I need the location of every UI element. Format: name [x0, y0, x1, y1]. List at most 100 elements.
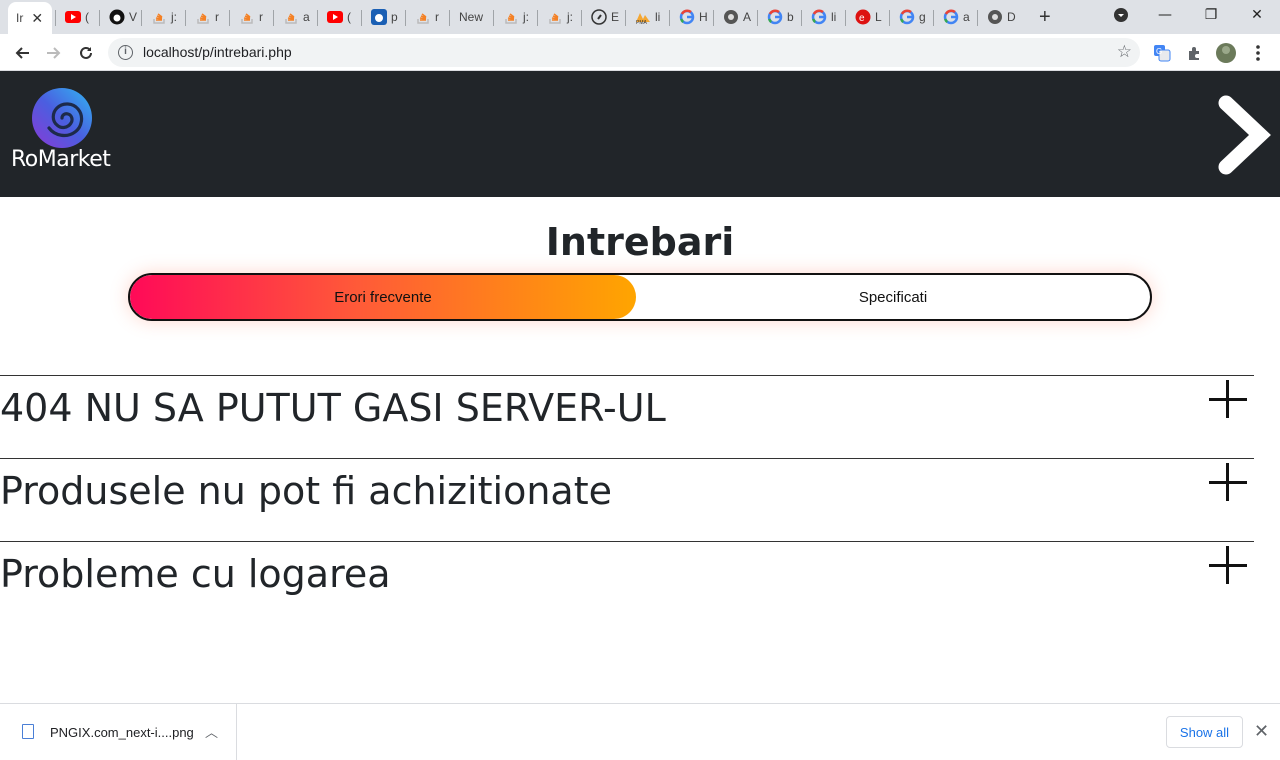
- tab-active[interactable]: Ir ✕: [8, 2, 52, 34]
- info-icon[interactable]: i: [118, 45, 133, 60]
- browser-tab[interactable]: E: [583, 3, 625, 31]
- new-tab-button[interactable]: +: [1031, 3, 1059, 31]
- browser-tab[interactable]: A: [715, 3, 757, 31]
- address-bar[interactable]: i localhost/p/intrebari.php ☆: [108, 38, 1140, 67]
- faq-item[interactable]: Probleme cu logarea: [0, 541, 1254, 624]
- github-icon: [109, 9, 125, 25]
- site-icon: [371, 9, 387, 25]
- close-window-button[interactable]: ✕: [1234, 0, 1280, 30]
- tab-label: Ir: [16, 11, 24, 25]
- tab-separator: [933, 10, 934, 26]
- tab-separator: [801, 10, 802, 26]
- tab-label: D: [1007, 10, 1016, 24]
- tab-separator: [581, 10, 582, 26]
- faq-item[interactable]: 404 NU SA PUTUT GASI SERVER-UL: [0, 375, 1254, 458]
- back-button[interactable]: [8, 39, 36, 67]
- tab-label: r: [259, 10, 263, 24]
- faq-question: Produsele nu pot fi achizitionate: [0, 469, 612, 513]
- browser-tab[interactable]: (: [319, 3, 361, 31]
- tab-separator: [889, 10, 890, 26]
- browser-tab[interactable]: r: [407, 3, 449, 31]
- tab-erori-frecvente[interactable]: Erori frecvente: [130, 275, 636, 319]
- profile-avatar[interactable]: [1212, 39, 1240, 67]
- tab-separator: [845, 10, 846, 26]
- chevron-up-icon[interactable]: ︿: [205, 722, 218, 741]
- browser-tab[interactable]: r: [231, 3, 273, 31]
- plus-icon[interactable]: [1209, 380, 1247, 418]
- close-tab-icon[interactable]: ✕: [31, 10, 43, 27]
- browser-tab[interactable]: p: [363, 3, 405, 31]
- tab-label: a: [303, 10, 310, 24]
- browser-tab[interactable]: V: [101, 3, 143, 31]
- plus-icon[interactable]: [1209, 546, 1247, 584]
- browser-tab[interactable]: r: [187, 3, 229, 31]
- faq-item[interactable]: Produsele nu pot fi achizitionate: [0, 458, 1254, 541]
- browser-tab[interactable]: D: [979, 3, 1021, 31]
- faq-question: 404 NU SA PUTUT GASI SERVER-UL: [0, 386, 666, 430]
- browser-menu-button[interactable]: [1244, 39, 1272, 67]
- browser-toolbar: i localhost/p/intrebari.php ☆ G: [0, 34, 1280, 71]
- download-item[interactable]: PNGIX.com_next-i....png ︿: [0, 704, 237, 760]
- browser-tab[interactable]: PMA li: [627, 3, 669, 31]
- tab-label: j:: [523, 10, 529, 24]
- url-text: localhost/p/intrebari.php: [143, 44, 292, 60]
- restore-button[interactable]: ❐: [1188, 0, 1234, 30]
- minimize-button[interactable]: —: [1142, 0, 1188, 30]
- browser-tab[interactable]: b: [759, 3, 801, 31]
- google-icon: [679, 9, 695, 25]
- chevron-down-circle-icon: [1114, 8, 1128, 22]
- google-icon: [899, 9, 915, 25]
- stackoverflow-icon: [415, 9, 431, 25]
- tab-label: b: [787, 10, 794, 24]
- google-icon: [943, 9, 959, 25]
- stackoverflow-icon: [195, 9, 211, 25]
- translate-icon[interactable]: G: [1148, 39, 1176, 67]
- youtube-icon: [65, 9, 81, 25]
- stackoverflow-icon: [547, 9, 563, 25]
- show-all-button[interactable]: Show all: [1166, 716, 1243, 748]
- browser-tab[interactable]: j:: [539, 3, 581, 31]
- faq-question: Probleme cu logarea: [0, 552, 391, 596]
- svg-text:PMA: PMA: [636, 20, 648, 25]
- tab-label: Specificati: [858, 288, 928, 306]
- browser-tab[interactable]: j:: [495, 3, 537, 31]
- tab-label: E: [611, 10, 620, 24]
- svg-text:e: e: [859, 13, 865, 24]
- tab-label: li: [831, 10, 837, 24]
- site-header: RoMarket: [0, 71, 1280, 197]
- tab-label: p: [391, 10, 398, 24]
- tab-specificati[interactable]: Specificati: [636, 275, 1150, 319]
- close-icon[interactable]: ✕: [1254, 721, 1269, 742]
- brand-name: RoMarket: [11, 147, 111, 172]
- plus-icon[interactable]: [1209, 463, 1247, 501]
- pma-icon: PMA: [635, 9, 651, 25]
- spiral-logo-icon: [32, 88, 92, 148]
- tab-separator: [669, 10, 670, 26]
- browser-tab[interactable]: li: [803, 3, 845, 31]
- chevron-right-icon[interactable]: [1214, 95, 1274, 175]
- reload-button[interactable]: [72, 39, 100, 67]
- browser-tab[interactable]: (: [57, 3, 99, 31]
- browser-tab[interactable]: New: [451, 3, 493, 31]
- browser-tab[interactable]: eL: [847, 3, 889, 31]
- google-icon: [767, 9, 783, 25]
- tab-label: j:: [171, 10, 177, 24]
- extensions-icon[interactable]: [1180, 39, 1208, 67]
- tab-separator: [713, 10, 714, 26]
- tab-label: A: [743, 10, 752, 24]
- browser-tab[interactable]: g: [891, 3, 933, 31]
- tab-label: r: [215, 10, 219, 24]
- browser-tab[interactable]: a: [275, 3, 317, 31]
- browser-tab[interactable]: j:: [143, 3, 185, 31]
- download-filename: PNGIX.com_next-i....png: [50, 725, 194, 740]
- tab-separator: [449, 10, 450, 26]
- forward-button[interactable]: [40, 39, 68, 67]
- page-title: Intrebari: [545, 220, 735, 264]
- google-icon: [811, 9, 827, 25]
- tab-separator: [625, 10, 626, 26]
- browser-tab[interactable]: H: [671, 3, 713, 31]
- browser-tab[interactable]: a: [935, 3, 977, 31]
- tab-search-button[interactable]: [1098, 0, 1144, 30]
- bookmark-star-icon[interactable]: ☆: [1117, 42, 1132, 62]
- stackoverflow-icon: [151, 9, 167, 25]
